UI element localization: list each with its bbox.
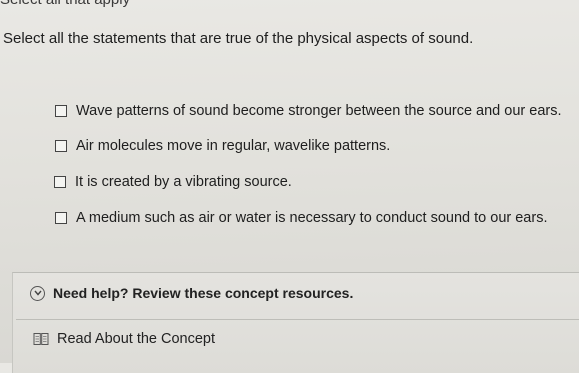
help-panel: Need help? Review these concept resource… [12,272,579,373]
option-2[interactable]: Air molecules move in regular, wavelike … [55,137,390,155]
option-3[interactable]: It is created by a vibrating source. [54,173,292,191]
help-label: Need help? Review these concept resource… [53,285,354,301]
checkbox-4[interactable] [55,212,67,224]
resource-label[interactable]: Read About the Concept [57,331,215,347]
option-1-label: Wave patterns of sound become stronger b… [76,103,562,119]
checkbox-2[interactable] [55,140,67,152]
checkbox-3[interactable] [54,176,66,188]
option-4-label: A medium such as air or water is necessa… [76,210,548,226]
chevron-down-circle-icon[interactable] [30,285,45,301]
divider [16,319,579,320]
partial-heading: Select all that apply [0,0,130,8]
checkbox-1[interactable] [55,105,67,117]
option-2-label: Air molecules move in regular, wavelike … [76,138,391,154]
resource-read-concept[interactable]: Read About the Concept [33,331,215,347]
book-icon [33,332,49,346]
question-prompt: Select all the statements that are true … [3,30,474,47]
option-3-label: It is created by a vibrating source. [75,174,292,190]
option-1[interactable]: Wave patterns of sound become stronger b… [55,102,562,120]
help-toggle[interactable]: Need help? Review these concept resource… [30,285,353,301]
option-4[interactable]: A medium such as air or water is necessa… [55,209,547,227]
